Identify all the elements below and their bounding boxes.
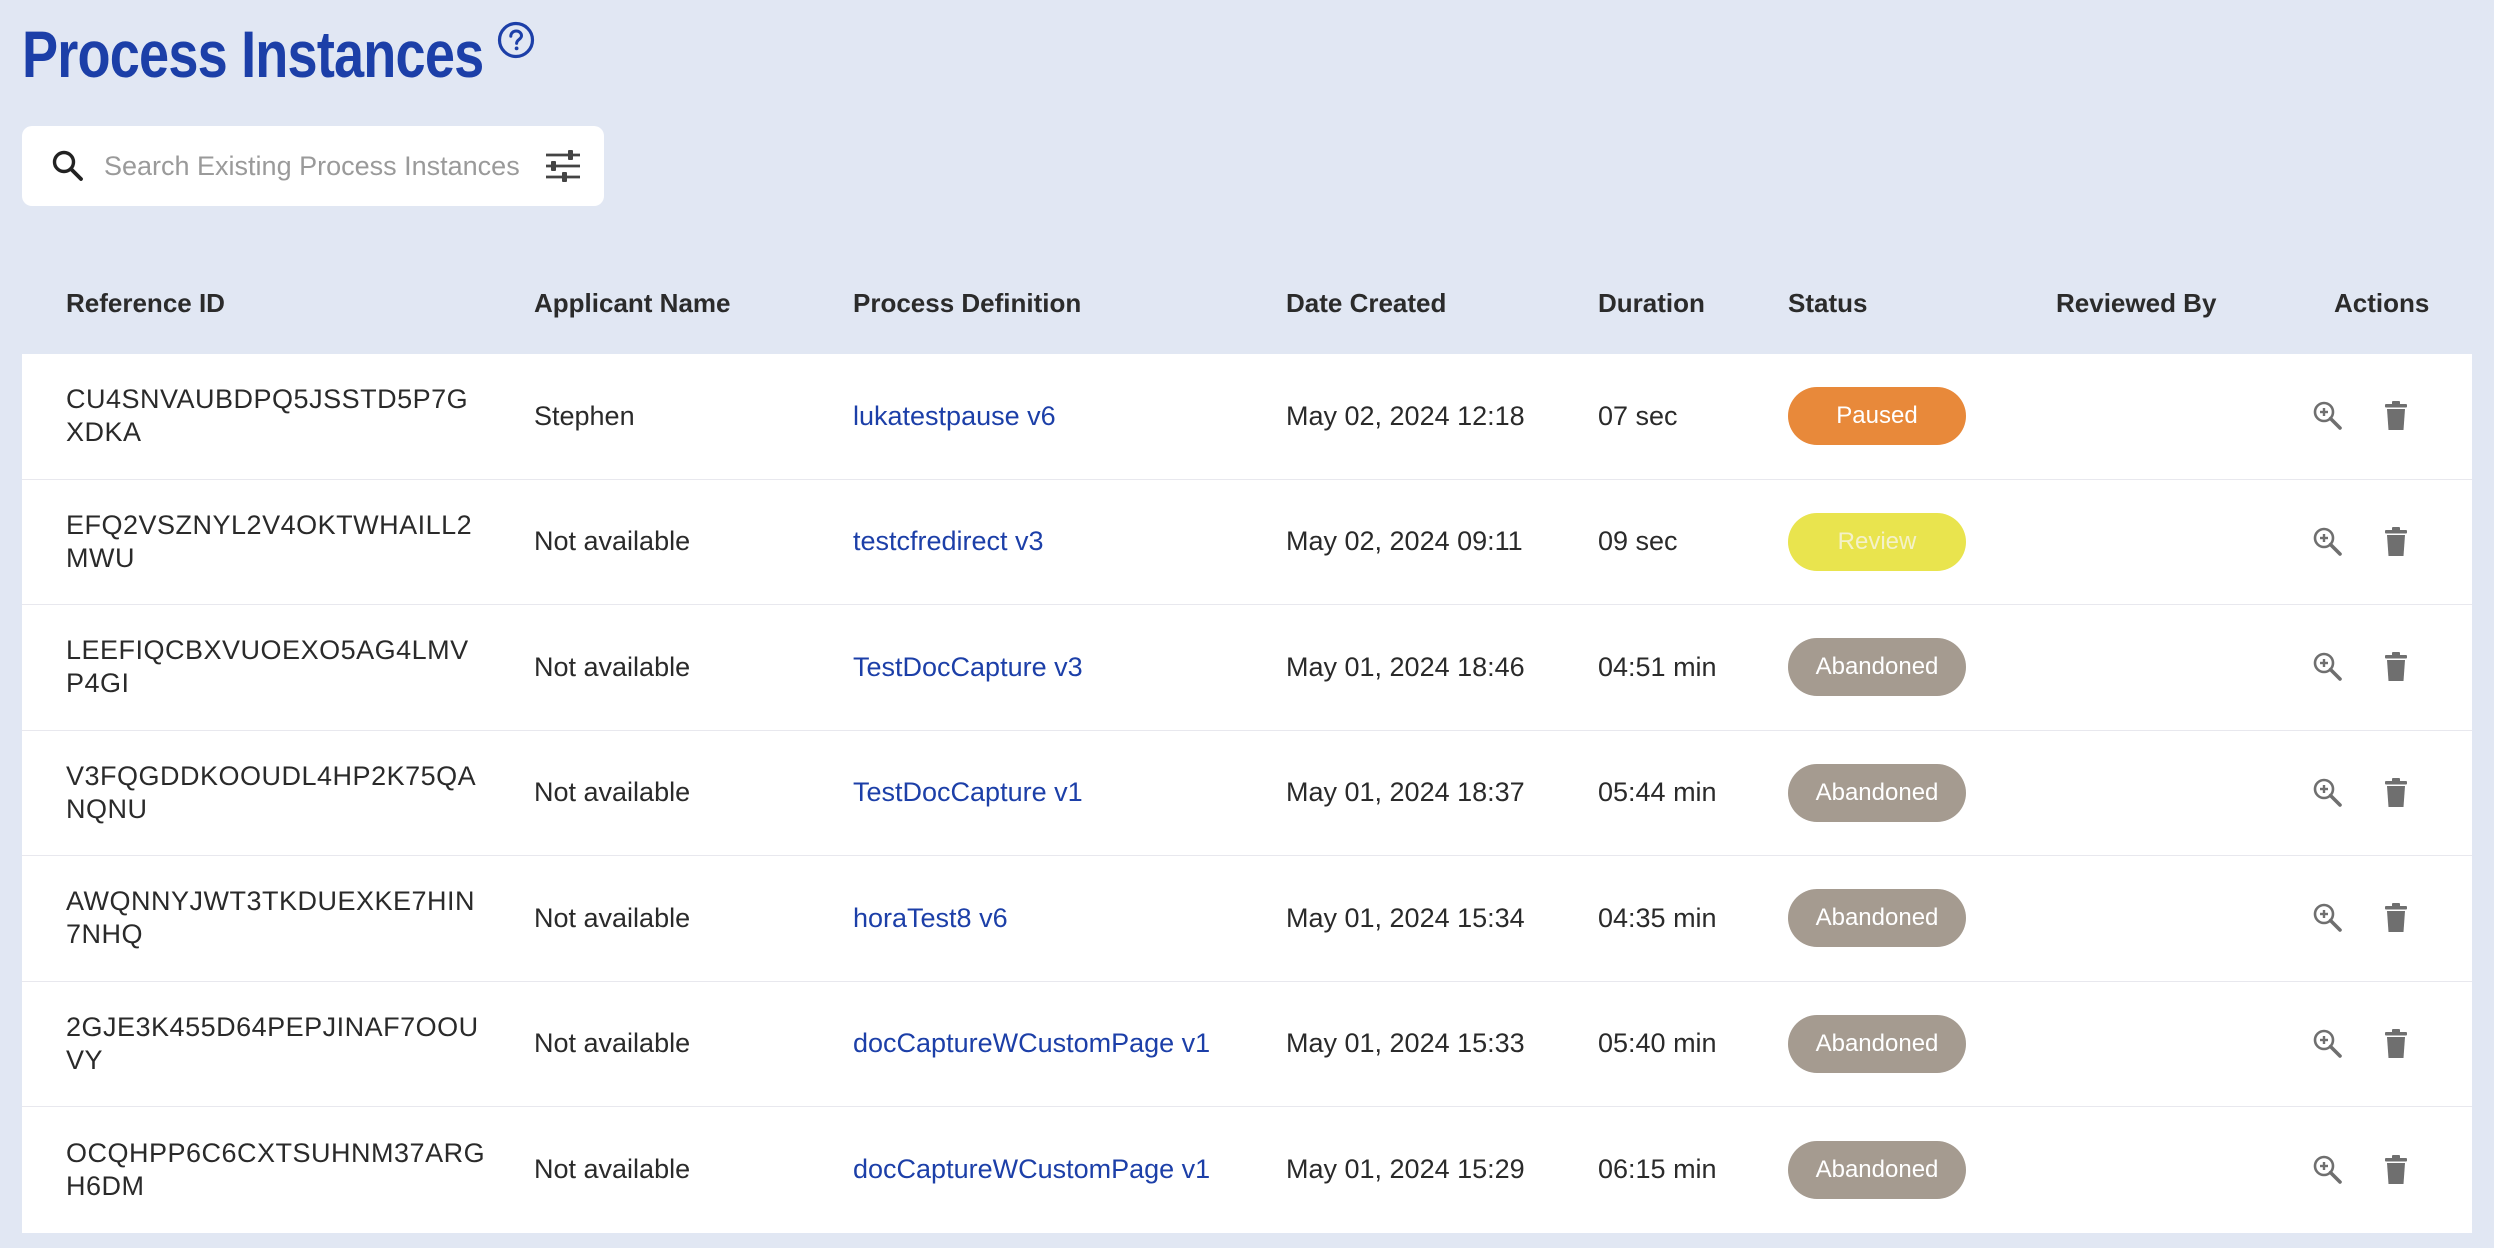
status-badge: Review bbox=[1788, 512, 1966, 571]
duration: 04:51 min bbox=[1598, 651, 1717, 682]
duration: 05:40 min bbox=[1598, 1028, 1717, 1059]
duration: 09 sec bbox=[1598, 526, 1678, 557]
header-actions: Actions bbox=[2334, 288, 2430, 318]
reference-id: EFQ2VSZNYL2V4OKTWHAILL2MWU bbox=[66, 509, 473, 573]
process-definition-link[interactable]: horaTest8 v6 bbox=[853, 856, 1008, 981]
duration: 04:35 min bbox=[1598, 902, 1717, 933]
reference-id: OCQHPP6C6CXTSUHNM37ARGH6DM bbox=[66, 1137, 486, 1201]
table-row[interactable]: CU4SNVAUBDPQ5JSSTD5P7GXDKA Stephen lukat… bbox=[22, 354, 2472, 480]
date-created: May 01, 2024 15:33 bbox=[1286, 1028, 1525, 1059]
zoom-in-icon[interactable] bbox=[2311, 650, 2345, 684]
duration: 05:44 min bbox=[1598, 777, 1717, 808]
reference-id: CU4SNVAUBDPQ5JSSTD5P7GXDKA bbox=[66, 384, 469, 448]
trash-icon[interactable] bbox=[2379, 650, 2413, 684]
zoom-in-icon[interactable] bbox=[2311, 525, 2345, 559]
status-badge: Abandoned bbox=[1788, 1140, 1966, 1199]
trash-icon[interactable] bbox=[2379, 525, 2413, 559]
table-body: CU4SNVAUBDPQ5JSSTD5P7GXDKA Stephen lukat… bbox=[22, 354, 2472, 1233]
sliders-filter-icon[interactable] bbox=[542, 146, 584, 186]
header-date-created[interactable]: Date Created bbox=[1286, 288, 1446, 319]
page-title: Process Instances bbox=[22, 17, 484, 91]
table-row[interactable]: OCQHPP6C6CXTSUHNM37ARGH6DM Not available… bbox=[22, 1107, 2472, 1233]
process-definition-link[interactable]: docCaptureWCustomPage v1 bbox=[853, 982, 1210, 1107]
table-row[interactable]: V3FQGDDKOOUDL4HP2K75QANQNU Not available… bbox=[22, 731, 2472, 856]
trash-icon[interactable] bbox=[2379, 399, 2413, 433]
search-icon bbox=[52, 150, 83, 181]
trash-icon[interactable] bbox=[2379, 1153, 2413, 1187]
applicant-name: Not available bbox=[534, 1154, 691, 1185]
date-created: May 01, 2024 15:34 bbox=[1286, 902, 1525, 933]
date-created: May 01, 2024 18:46 bbox=[1286, 651, 1525, 682]
applicant-name: Not available bbox=[534, 777, 691, 808]
header-status[interactable]: Status bbox=[1788, 288, 1867, 319]
process-definition-link[interactable]: testcfredirect v3 bbox=[853, 480, 1044, 605]
zoom-in-icon[interactable] bbox=[2311, 1027, 2345, 1061]
status-badge: Abandoned bbox=[1788, 889, 1966, 948]
table-row[interactable]: AWQNNYJWT3TKDUEXKE7HIN7NHQ Not available… bbox=[22, 856, 2472, 982]
zoom-in-icon[interactable] bbox=[2311, 776, 2345, 810]
help-circle-icon[interactable] bbox=[496, 20, 536, 60]
reference-id: V3FQGDDKOOUDL4HP2K75QANQNU bbox=[66, 760, 477, 824]
applicant-name: Not available bbox=[534, 902, 691, 933]
search-input[interactable] bbox=[104, 144, 526, 188]
date-created: May 02, 2024 09:11 bbox=[1286, 526, 1523, 557]
status-badge: Abandoned bbox=[1788, 638, 1966, 697]
header-applicant-name[interactable]: Applicant Name bbox=[534, 288, 731, 319]
applicant-name: Not available bbox=[534, 526, 691, 557]
trash-icon[interactable] bbox=[2379, 1027, 2413, 1061]
applicant-name: Not available bbox=[534, 1028, 691, 1059]
status-badge: Paused bbox=[1788, 387, 1966, 446]
table-row[interactable]: EFQ2VSZNYL2V4OKTWHAILL2MWU Not available… bbox=[22, 480, 2472, 605]
status-badge: Abandoned bbox=[1788, 763, 1966, 822]
date-created: May 02, 2024 12:18 bbox=[1286, 400, 1525, 431]
reference-id: 2GJE3K455D64PEPJINAF7OOUVY bbox=[66, 1011, 479, 1075]
zoom-in-icon[interactable] bbox=[2311, 901, 2345, 935]
trash-icon[interactable] bbox=[2379, 776, 2413, 810]
reference-id: LEEFIQCBXVUOEXO5AG4LMVP4GI bbox=[66, 635, 469, 699]
process-definition-link[interactable]: lukatestpause v6 bbox=[853, 354, 1056, 479]
zoom-in-icon[interactable] bbox=[2311, 1153, 2345, 1187]
header-duration[interactable]: Duration bbox=[1598, 288, 1705, 319]
table-row[interactable]: LEEFIQCBXVUOEXO5AG4LMVP4GI Not available… bbox=[22, 605, 2472, 731]
duration: 06:15 min bbox=[1598, 1154, 1717, 1185]
date-created: May 01, 2024 18:37 bbox=[1286, 777, 1525, 808]
header-process-definition[interactable]: Process Definition bbox=[853, 288, 1081, 319]
reference-id: AWQNNYJWT3TKDUEXKE7HIN7NHQ bbox=[66, 886, 476, 950]
process-definition-link[interactable]: TestDocCapture v3 bbox=[853, 605, 1083, 730]
process-instances-table: Reference ID Applicant Name Process Defi… bbox=[22, 262, 2472, 1233]
zoom-in-icon[interactable] bbox=[2311, 399, 2345, 433]
duration: 07 sec bbox=[1598, 400, 1678, 431]
search-bar bbox=[22, 126, 604, 206]
date-created: May 01, 2024 15:29 bbox=[1286, 1154, 1525, 1185]
header-reviewed-by[interactable]: Reviewed By bbox=[2056, 288, 2216, 319]
applicant-name: Stephen bbox=[534, 400, 635, 431]
status-badge: Abandoned bbox=[1788, 1014, 1966, 1073]
table-header: Reference ID Applicant Name Process Defi… bbox=[22, 262, 2472, 354]
process-definition-link[interactable]: TestDocCapture v1 bbox=[853, 731, 1083, 856]
process-definition-link[interactable]: docCaptureWCustomPage v1 bbox=[853, 1107, 1210, 1233]
table-row[interactable]: 2GJE3K455D64PEPJINAF7OOUVY Not available… bbox=[22, 982, 2472, 1107]
header-reference-id[interactable]: Reference ID bbox=[66, 288, 225, 319]
trash-icon[interactable] bbox=[2379, 901, 2413, 935]
applicant-name: Not available bbox=[534, 651, 691, 682]
